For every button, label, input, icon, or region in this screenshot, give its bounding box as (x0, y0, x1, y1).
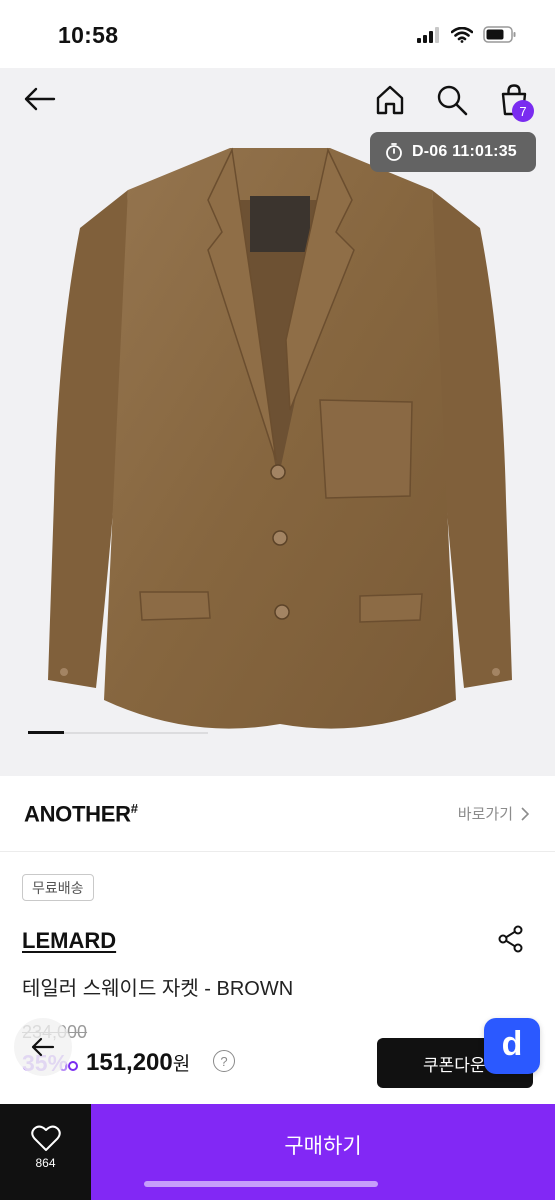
search-button[interactable] (434, 82, 470, 118)
battery-icon (483, 26, 516, 43)
floating-back-button[interactable] (14, 1018, 72, 1076)
heart-icon (30, 1125, 61, 1151)
share-icon (498, 925, 523, 953)
floating-app-button[interactable]: d (484, 1018, 540, 1074)
home-icon (376, 85, 404, 115)
like-button[interactable]: 864 (0, 1104, 91, 1200)
home-indicator (144, 1181, 378, 1187)
brand-name: ANOTHER# (24, 801, 138, 827)
status-bar: 10:58 (0, 0, 555, 68)
like-count: 864 (35, 1156, 56, 1170)
sale-price: 151,200원 (86, 1049, 191, 1076)
floating-app-letter: d (501, 1025, 523, 1063)
home-button[interactable] (372, 82, 408, 118)
search-icon (437, 85, 468, 116)
buy-label: 구매하기 (284, 1135, 362, 1158)
timer-text: D-06 11:01:35 (412, 143, 517, 160)
free-shipping-badge: 무료배송 (22, 874, 94, 901)
coupon-download-label: 쿠폰다운 (423, 1055, 486, 1075)
brand-shortcut-link[interactable]: 바로가기 (458, 803, 529, 824)
status-icons (417, 26, 517, 43)
brand-name-mark: # (130, 801, 138, 816)
discount-dot-icon (68, 1061, 78, 1071)
signal-icon (417, 26, 439, 43)
product-name: 테일러 스웨이드 자켓 - BROWN (22, 978, 294, 1000)
help-icon[interactable]: ? (213, 1050, 235, 1072)
brand-row[interactable]: ANOTHER# 바로가기 (0, 776, 555, 852)
product-image-gallery[interactable]: 7 D-06 11:01:35 (0, 68, 555, 776)
back-arrow-icon (24, 87, 56, 111)
product-image-jacket (48, 147, 512, 729)
stopwatch-icon (386, 143, 402, 161)
chevron-right-icon (521, 806, 529, 821)
gallery-page-indicator-active (28, 731, 64, 734)
gallery-page-indicator (28, 731, 208, 734)
back-button[interactable] (20, 84, 60, 114)
brand-shortcut-label: 바로가기 (457, 806, 513, 823)
status-time: 10:58 (58, 22, 119, 48)
currency-unit: 원 (172, 1054, 191, 1075)
cart-count-badge: 7 (512, 100, 534, 122)
wifi-icon (451, 26, 473, 43)
share-button[interactable] (496, 924, 526, 954)
back-arrow-icon (31, 1037, 55, 1057)
product-brand-link[interactable]: LEMARD (22, 928, 116, 954)
cart-button[interactable]: 7 (496, 82, 536, 122)
sale-timer: D-06 11:01:35 (370, 132, 536, 172)
